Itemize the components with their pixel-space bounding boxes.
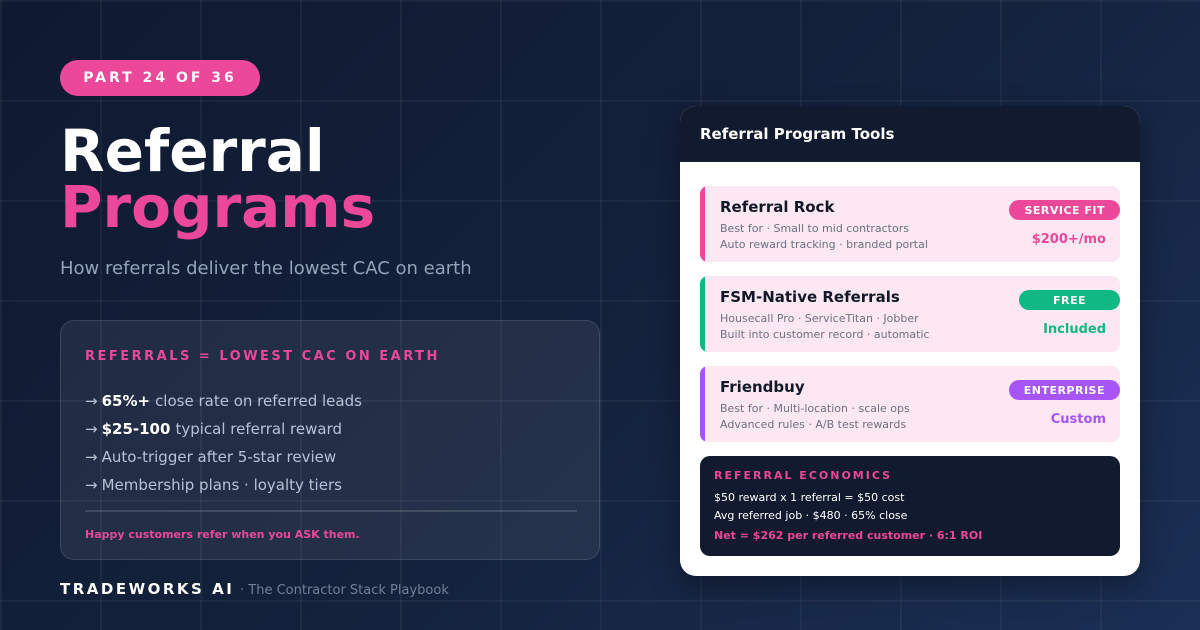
arrow-icon: → xyxy=(85,448,98,466)
bullet-text: Membership plans · loyalty tiers xyxy=(101,476,342,494)
tool-price: $200+/mo xyxy=(1031,232,1106,247)
bullet-list: → 65%+ close rate on referred leads → $2… xyxy=(85,387,362,499)
tool-price: Included xyxy=(1043,322,1106,337)
panel-heading: REFERRALS = LOWEST CAC ON EARTH xyxy=(85,349,440,364)
economics-net-line: Net = $262 per referred customer · 6:1 R… xyxy=(714,529,983,542)
accent-bar xyxy=(700,366,705,442)
tool-item-referral-rock: Referral Rock Best for · Small to mid co… xyxy=(700,186,1120,262)
economics-line: $50 reward x 1 referral = $50 cost xyxy=(714,491,905,504)
arrow-icon: → xyxy=(85,420,98,438)
tool-detail: Housecall Pro · ServiceTitan · Jobber xyxy=(720,312,919,325)
tools-card-title: Referral Program Tools xyxy=(680,106,1140,162)
part-badge: PART 24 OF 36 xyxy=(60,60,260,96)
page-subtitle: How referrals deliver the lowest CAC on … xyxy=(60,258,472,279)
accent-bar xyxy=(700,276,705,352)
bullet-item: → $25-100 typical referral reward xyxy=(85,415,362,443)
tool-item-friendbuy: Friendbuy Best for · Multi-location · sc… xyxy=(700,366,1120,442)
tool-badge: SERVICE FIT xyxy=(1009,200,1120,220)
bullet-text: Auto-trigger after 5-star review xyxy=(101,448,337,466)
bullet-item: → Membership plans · loyalty tiers xyxy=(85,471,362,499)
tool-detail: Best for · Small to mid contractors xyxy=(720,222,909,235)
bullet-highlight: $25-100 xyxy=(101,420,171,438)
divider xyxy=(85,510,577,512)
arrow-icon: → xyxy=(85,476,98,494)
tool-badge: ENTERPRISE xyxy=(1008,380,1120,400)
arrow-icon: → xyxy=(85,392,98,410)
bullet-item: → Auto-trigger after 5-star review xyxy=(85,443,362,471)
tool-name: FSM-Native Referrals xyxy=(720,288,900,306)
panel-footer-note: Happy customers refer when you ASK them. xyxy=(85,528,360,541)
tool-badge: FREE xyxy=(1018,290,1120,310)
tool-detail: Advanced rules · A/B test rewards xyxy=(720,418,907,431)
bullet-highlight: 65%+ xyxy=(101,392,151,410)
economics-box: REFERRAL ECONOMICS $50 reward x 1 referr… xyxy=(700,456,1120,556)
brand-tagline: · The Contractor Stack Playbook xyxy=(240,583,449,598)
tool-price: Custom xyxy=(1050,412,1106,427)
tool-name: Friendbuy xyxy=(720,378,805,396)
bullet-text: typical referral reward xyxy=(175,420,342,438)
tool-detail: Built into customer record · automatic xyxy=(720,328,930,341)
tool-detail: Best for · Multi-location · scale ops xyxy=(720,402,910,415)
bullet-item: → 65%+ close rate on referred leads xyxy=(85,387,362,415)
tool-detail: Auto reward tracking · branded portal xyxy=(720,238,928,251)
economics-heading: REFERRAL ECONOMICS xyxy=(714,469,893,482)
tool-name: Referral Rock xyxy=(720,198,835,216)
tool-item-fsm-native: FSM-Native Referrals Housecall Pro · Ser… xyxy=(700,276,1120,352)
page-title-line2: Programs xyxy=(60,173,376,241)
bullet-text: close rate on referred leads xyxy=(155,392,362,410)
key-points-panel: REFERRALS = LOWEST CAC ON EARTH → 65%+ c… xyxy=(60,320,600,560)
accent-bar xyxy=(700,186,705,262)
brand-name: TRADEWORKS AI xyxy=(60,580,235,598)
economics-line: Avg referred job · $480 · 65% close xyxy=(714,509,908,522)
tools-card: Referral Program Tools Referral Rock Bes… xyxy=(680,106,1140,576)
